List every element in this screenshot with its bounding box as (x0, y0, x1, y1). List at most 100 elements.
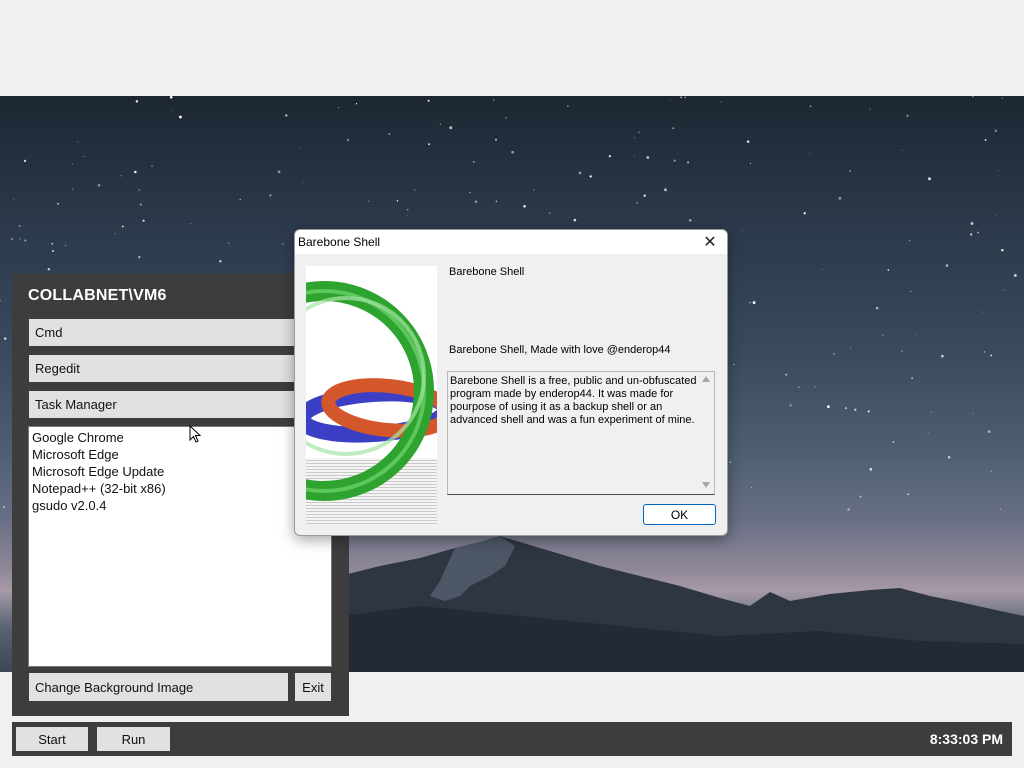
star (970, 233, 973, 236)
star (3, 337, 7, 340)
star (396, 200, 399, 202)
list-item[interactable]: Notepad++ (32-bit x86) (32, 480, 331, 497)
star (803, 212, 806, 215)
taskbar: Start Run 8:33:03 PM (12, 722, 1012, 756)
star (930, 411, 932, 413)
star (729, 461, 732, 464)
star (984, 139, 987, 141)
star (511, 150, 514, 154)
star (567, 105, 569, 107)
star (970, 222, 974, 225)
star (887, 269, 890, 271)
star (72, 188, 74, 190)
list-item[interactable]: Microsoft Edge Update (32, 463, 331, 480)
star (844, 407, 847, 410)
star (13, 198, 15, 200)
star (809, 105, 812, 108)
star (428, 143, 431, 146)
star (636, 202, 639, 204)
star (741, 229, 743, 231)
star (71, 163, 73, 165)
about-dialog: Barebone Shell ✕ Barebone Shell Barebone… (294, 229, 728, 536)
star (439, 123, 441, 125)
star (23, 159, 27, 163)
star (983, 351, 986, 353)
task-manager-button[interactable]: Task Manager (29, 391, 329, 418)
scroll-up-icon[interactable] (702, 376, 710, 382)
description-box[interactable]: Barebone Shell is a free, public and un-… (447, 371, 715, 495)
star (281, 243, 284, 245)
star (733, 363, 735, 366)
star (901, 149, 903, 151)
regedit-button[interactable]: Regedit (29, 355, 329, 382)
star (427, 99, 430, 102)
scroll-down-icon[interactable] (702, 482, 710, 488)
run-button[interactable]: Run (97, 727, 170, 751)
star (1001, 97, 1004, 99)
star (299, 147, 301, 149)
cmd-button[interactable]: Cmd (29, 319, 329, 346)
star (882, 334, 884, 336)
star (850, 347, 852, 349)
exit-button[interactable]: Exit (295, 673, 331, 701)
start-button[interactable]: Start (16, 727, 88, 751)
ok-button[interactable]: OK (643, 504, 716, 525)
star (406, 214, 408, 216)
star (493, 99, 495, 101)
star (911, 377, 913, 379)
star (849, 170, 851, 172)
star (638, 131, 640, 134)
star (608, 155, 612, 158)
star (867, 410, 870, 413)
star (495, 138, 497, 141)
change-background-button[interactable]: Change Background Image (29, 673, 288, 701)
star (533, 189, 535, 191)
star (18, 225, 21, 228)
star (672, 127, 675, 130)
list-item[interactable]: Google Chrome (32, 429, 331, 446)
star (972, 413, 974, 415)
star (789, 404, 792, 407)
star (798, 386, 800, 388)
star (120, 175, 123, 177)
star (669, 98, 671, 100)
star (1013, 273, 1017, 277)
star (664, 188, 667, 192)
star (548, 212, 551, 214)
star (892, 441, 895, 443)
star (97, 183, 101, 187)
star (995, 215, 997, 217)
star (169, 96, 173, 99)
star (688, 219, 692, 222)
star (634, 137, 635, 139)
star (64, 244, 67, 247)
star (449, 126, 453, 130)
made-by-text: Barebone Shell, Made with love @enderop4… (449, 344, 671, 356)
list-item[interactable]: gsudo v2.0.4 (32, 497, 331, 514)
taskbar-clock: 8:33:03 PM (929, 731, 1003, 747)
mouse-pointer-icon (189, 425, 202, 443)
list-item[interactable]: Microsoft Edge (32, 446, 331, 463)
star (178, 115, 182, 119)
star (51, 243, 53, 245)
star (413, 188, 416, 191)
star (139, 203, 142, 206)
star (142, 219, 145, 222)
star (406, 208, 409, 211)
star (151, 165, 153, 167)
star (10, 237, 14, 241)
program-list[interactable]: Google Chrome Microsoft Edge Microsoft E… (28, 426, 332, 667)
star (277, 170, 281, 174)
star (57, 202, 60, 205)
star (368, 200, 370, 202)
star (673, 159, 676, 162)
dialog-titlebar[interactable]: Barebone Shell ✕ (295, 230, 727, 254)
star (52, 250, 54, 252)
close-icon[interactable]: ✕ (693, 230, 727, 254)
star (999, 508, 1002, 510)
star (77, 141, 79, 143)
star (720, 101, 722, 103)
star (687, 161, 690, 164)
star (2, 505, 5, 508)
star (821, 268, 823, 270)
